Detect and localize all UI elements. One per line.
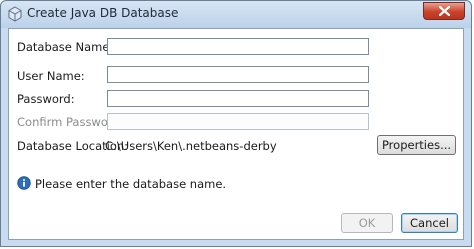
dialog-window: Create Java DB Database Database Name: U…: [0, 0, 472, 247]
user-name-label: User Name:: [17, 69, 85, 83]
password-label: Password:: [17, 92, 75, 106]
info-icon: [17, 176, 31, 190]
cancel-button[interactable]: Cancel: [401, 213, 458, 233]
confirm-password-input[interactable]: [107, 113, 369, 130]
password-input[interactable]: [107, 90, 369, 107]
netbeans-cube-icon: [8, 6, 22, 22]
window-title: Create Java DB Database: [27, 6, 179, 20]
status-message: Please enter the database name.: [35, 177, 227, 191]
ok-button[interactable]: OK: [341, 213, 393, 233]
database-name-input[interactable]: [107, 38, 369, 55]
database-location-value: C:\Users\Ken\.netbeans-derby: [105, 139, 277, 153]
title-bar[interactable]: Create Java DB Database: [1, 1, 471, 28]
close-icon: [439, 6, 450, 16]
dialog-content: Database Name: User Name: Password: Conf…: [8, 28, 464, 240]
close-button[interactable]: [423, 2, 465, 20]
database-name-label: Database Name:: [17, 40, 114, 54]
user-name-input[interactable]: [107, 66, 369, 83]
properties-button[interactable]: Properties...: [377, 135, 456, 155]
